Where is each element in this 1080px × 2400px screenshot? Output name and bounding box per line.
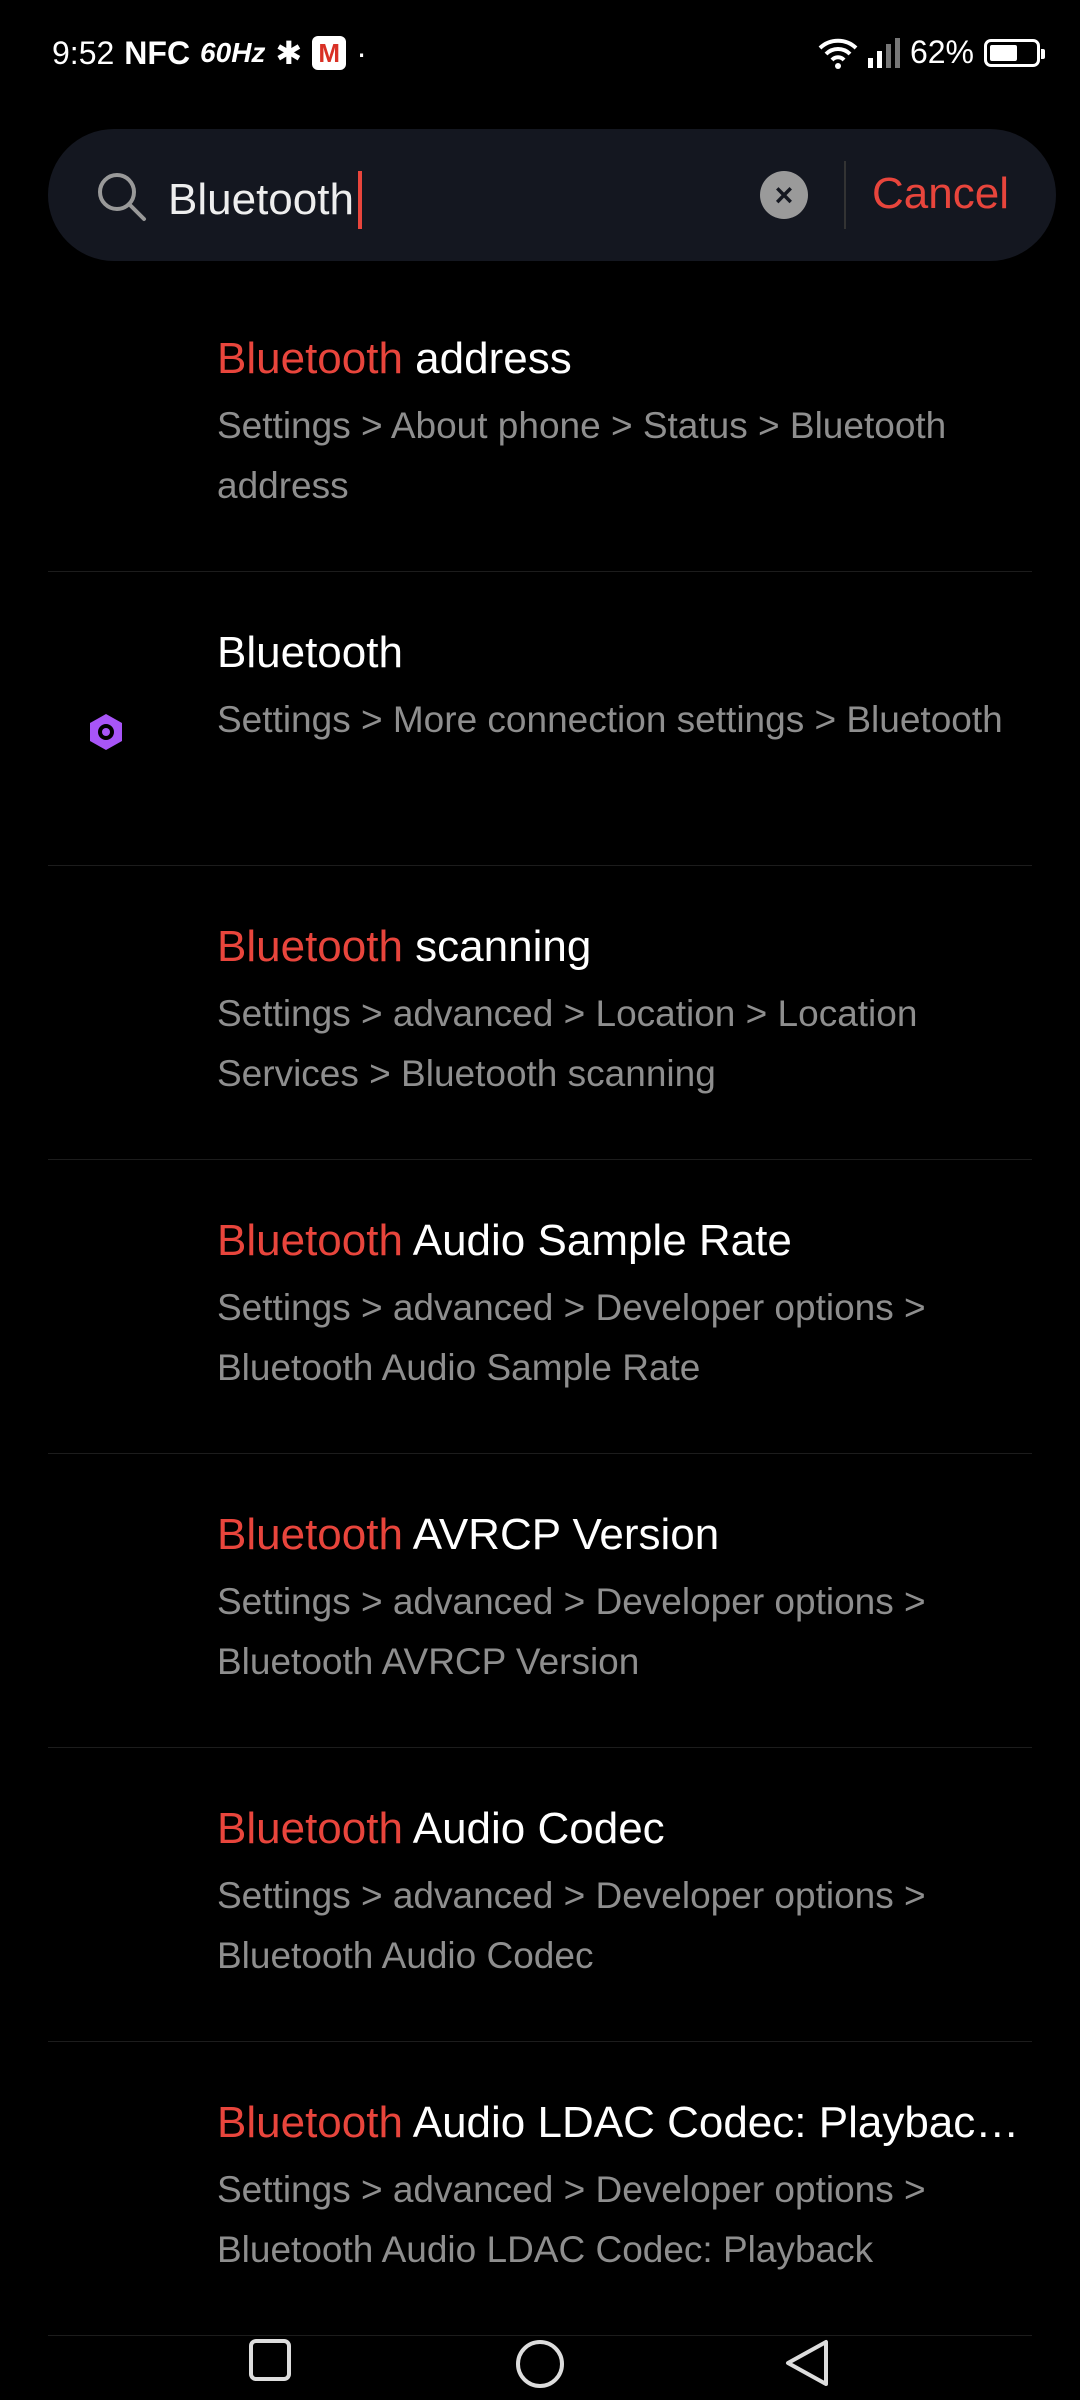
result-title-highlight: Bluetooth	[217, 1216, 403, 1265]
battery-percent: 62%	[909, 34, 974, 70]
square-icon	[249, 2339, 291, 2381]
result-title: Bluetooth AVRCP Version	[217, 1510, 1027, 1560]
search-result-item[interactable]: Bluetooth Settings > More connection sett…	[48, 572, 1032, 866]
home-button[interactable]	[514, 2338, 566, 2395]
result-path: Settings > advanced > Developer options …	[217, 1875, 926, 1976]
cancel-button[interactable]: Cancel	[872, 169, 1009, 219]
triangle-back-icon	[786, 2340, 828, 2386]
bluetooth-icon: ✱	[275, 35, 303, 71]
navigation-bar	[0, 2290, 1080, 2400]
search-result-item[interactable]: Bluetooth scanning Settings > advanced > …	[48, 866, 1032, 1160]
result-title-highlight: Bluetooth	[217, 1804, 403, 1853]
close-icon: ×	[774, 176, 794, 213]
result-path: Settings > More connection settings > Bl…	[217, 699, 1003, 740]
result-title: Bluetooth	[217, 628, 1027, 678]
notification-dot-icon: ·	[356, 34, 367, 71]
divider	[844, 161, 846, 229]
result-path: Settings > advanced > Developer options …	[217, 1581, 926, 1682]
result-title-rest: Audio Codec	[402, 1804, 665, 1853]
search-result-item[interactable]: Bluetooth Audio Sample Rate Settings > ad…	[48, 1160, 1032, 1454]
search-icon	[98, 173, 146, 221]
result-title-rest: AVRCP Version	[402, 1510, 720, 1559]
status-bar: 9:52 NFC 60Hz ✱ M · 62%	[0, 0, 1080, 110]
signal-icon	[867, 37, 900, 68]
search-result-item[interactable]: Bluetooth AVRCP Version Settings > advanc…	[48, 1454, 1032, 1748]
result-path: Settings > About phone > Status > Blueto…	[217, 405, 947, 506]
battery-icon	[984, 38, 1045, 67]
gmail-icon: M	[312, 36, 347, 70]
search-result-item[interactable]: Bluetooth address Settings > About phone …	[48, 278, 1032, 572]
result-title-rest: Bluetooth	[217, 628, 403, 677]
result-title: Bluetooth Audio Sample Rate	[217, 1216, 1027, 1266]
hexagon-nut-icon	[90, 714, 122, 750]
result-title: Bluetooth address	[217, 334, 1027, 384]
result-title-highlight: Bluetooth	[217, 334, 403, 383]
search-input[interactable]: Bluetooth	[168, 171, 362, 229]
search-result-item[interactable]: Bluetooth Audio Codec Settings > advanced…	[48, 1748, 1032, 2042]
refresh-rate: 60Hz	[200, 37, 266, 68]
search-input-value: Bluetooth	[168, 175, 354, 224]
result-title-rest: Audio LDAC Codec: Playback Quality	[412, 2098, 1027, 2147]
result-title-rest: address	[402, 334, 572, 383]
result-path: Settings > advanced > Developer options …	[217, 1287, 926, 1388]
result-title-highlight: Bluetooth	[217, 922, 403, 971]
clock: 9:52	[52, 34, 115, 71]
result-title-rest: Audio Sample Rate	[402, 1216, 792, 1265]
result-title: Bluetooth scanning	[217, 922, 1027, 972]
recents-button[interactable]	[248, 2338, 292, 2387]
text-caret	[357, 171, 362, 229]
search-bar[interactable]: Bluetooth × Cancel	[48, 129, 1056, 261]
result-title: Bluetooth Audio LDAC Codec: Playback Qua…	[217, 2098, 1027, 2148]
result-title: Bluetooth Audio Codec	[217, 1804, 1027, 1854]
result-path: Settings > advanced > Location > Locatio…	[217, 993, 918, 1094]
back-button[interactable]	[782, 2338, 832, 2393]
result-path: Settings > advanced > Developer options …	[217, 2169, 926, 2270]
wifi-icon	[818, 38, 858, 69]
search-results-list: Bluetooth address Settings > About phone …	[48, 278, 1032, 2336]
circle-icon	[516, 2340, 564, 2388]
nfc-indicator: NFC	[124, 34, 191, 71]
result-title-rest: scanning	[402, 922, 592, 971]
result-title-highlight: Bluetooth	[217, 2098, 403, 2147]
clear-search-button[interactable]: ×	[760, 171, 808, 219]
result-title-highlight: Bluetooth	[217, 1510, 403, 1559]
